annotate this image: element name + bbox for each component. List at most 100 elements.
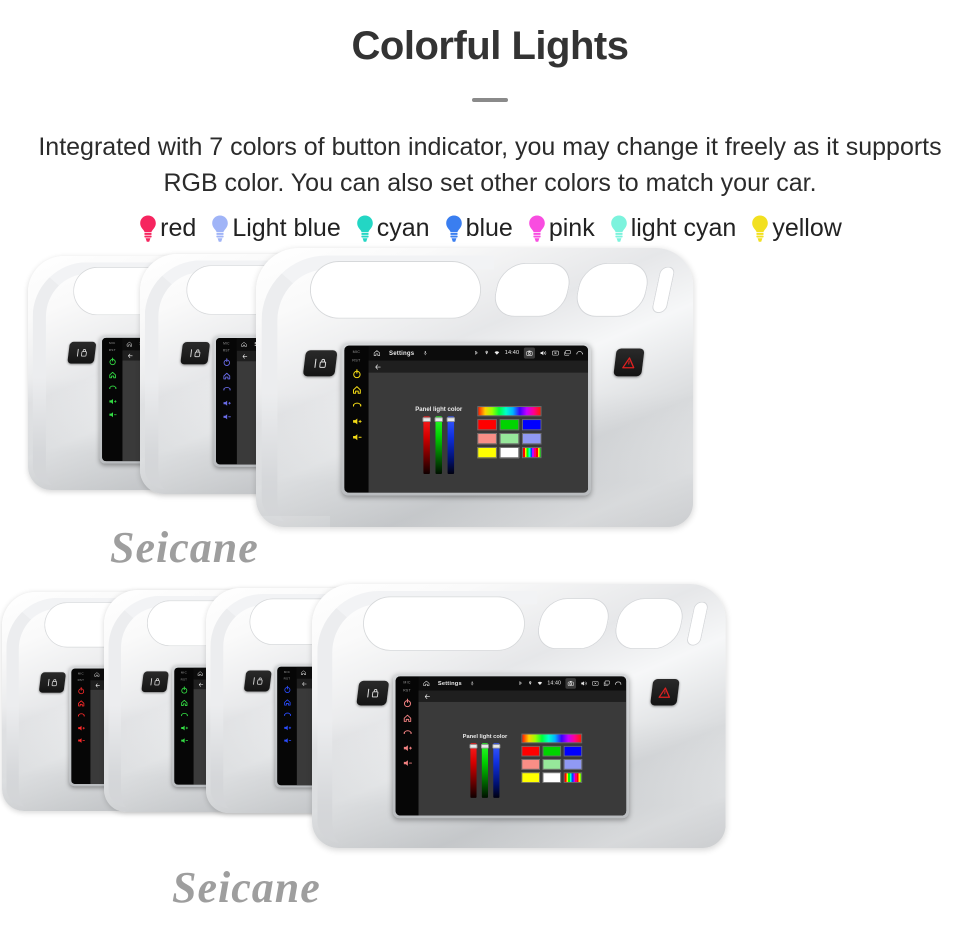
yellow-swatch[interactable] [477,447,497,459]
slider-knob[interactable] [492,744,501,749]
bluetooth-icon[interactable] [474,350,480,356]
home-icon[interactable] [126,341,132,347]
back-arrow-icon[interactable] [615,680,622,687]
volume-up-icon[interactable] [180,724,188,732]
volume-down-icon[interactable] [108,410,117,419]
home-icon[interactable] [373,349,380,356]
rainbow-gradient-swatch[interactable] [477,406,542,417]
location-icon[interactable] [484,350,490,356]
back-icon[interactable] [283,711,291,719]
volume-down-icon[interactable] [402,758,412,768]
wifi-icon[interactable] [494,350,501,356]
power-icon[interactable] [108,357,117,366]
yellow-swatch[interactable] [521,772,540,783]
camera-icon[interactable] [567,680,574,687]
bluetooth-icon[interactable] [518,681,523,686]
door-lock-button[interactable] [38,672,67,693]
rainbow-stripes-swatch[interactable] [521,447,542,459]
blue-slider[interactable] [446,416,456,475]
back-arrow-icon[interactable] [301,681,307,687]
blue-swatch[interactable] [521,419,542,431]
blue-slider[interactable] [492,743,501,798]
green-slider[interactable] [480,743,489,798]
home-icon[interactable] [197,671,203,677]
camera-button[interactable] [523,347,535,359]
volume-up-icon[interactable] [351,416,362,426]
door-lock-button[interactable] [302,350,338,377]
home-icon[interactable] [283,698,291,706]
recents-icon[interactable] [603,680,610,687]
power-icon[interactable] [180,686,188,694]
volume-down-icon[interactable] [283,737,291,745]
home-icon[interactable] [351,385,361,395]
door-lock-button[interactable] [356,680,390,706]
volume-down-icon[interactable] [180,737,188,745]
red-swatch[interactable] [477,419,497,431]
microphone-icon[interactable] [470,681,475,686]
light-green-swatch[interactable] [542,759,561,770]
camera-icon[interactable] [526,349,533,356]
light-green-swatch[interactable] [499,433,519,445]
power-icon[interactable] [77,687,85,695]
screenshot-icon[interactable] [552,349,559,356]
back-icon[interactable] [108,384,117,393]
blue-swatch[interactable] [563,746,582,757]
back-icon[interactable] [402,728,412,738]
door-lock-button[interactable] [180,342,211,365]
light-red-swatch[interactable] [521,759,540,770]
red-swatch[interactable] [521,746,540,757]
volume-up-icon[interactable] [222,399,231,408]
slider-knob[interactable] [480,744,489,749]
home-icon[interactable] [241,341,247,347]
slider-knob[interactable] [434,417,443,423]
volume-up-icon[interactable] [283,724,291,732]
back-arrow-icon[interactable] [95,682,101,688]
home-icon[interactable] [94,672,100,678]
power-icon[interactable] [351,369,361,379]
camera-button[interactable] [565,678,576,689]
home-icon[interactable] [423,680,430,687]
light-blue-swatch[interactable] [563,759,582,770]
volume-icon[interactable] [540,349,547,356]
volume-icon[interactable] [580,680,587,687]
red-slider[interactable] [422,416,431,475]
red-slider[interactable] [469,743,478,798]
door-lock-button[interactable] [243,670,272,692]
hazard-lights-button[interactable] [650,679,680,706]
recents-icon[interactable] [564,349,571,356]
touch-screen[interactable]: Settings 14:40 Panel light color [368,345,589,493]
home-icon[interactable] [301,670,307,676]
slider-knob[interactable] [422,417,431,423]
location-icon[interactable] [528,681,533,686]
back-arrow-icon[interactable] [374,363,381,370]
back-icon[interactable] [222,385,231,394]
door-lock-button[interactable] [67,341,97,364]
screenshot-icon[interactable] [592,680,599,687]
home-icon[interactable] [77,699,85,707]
back-arrow-icon[interactable] [198,681,204,687]
volume-up-icon[interactable] [402,743,412,753]
light-blue-swatch[interactable] [521,433,542,445]
wifi-icon[interactable] [538,681,543,686]
back-icon[interactable] [351,401,361,411]
green-swatch[interactable] [499,419,519,431]
door-lock-button[interactable] [141,671,169,693]
light-red-swatch[interactable] [477,433,497,445]
rainbow-gradient-swatch[interactable] [521,733,582,744]
home-icon[interactable] [222,372,231,381]
back-icon[interactable] [180,711,188,719]
white-swatch[interactable] [542,772,561,783]
touch-screen[interactable]: Settings 14:40 Panel light color [418,676,627,816]
hazard-lights-button[interactable] [613,348,645,377]
slider-knob[interactable] [469,744,478,749]
slider-knob[interactable] [446,417,456,423]
back-arrow-icon[interactable] [242,353,248,359]
home-icon[interactable] [402,713,412,723]
volume-down-icon[interactable] [77,737,85,745]
back-arrow-icon[interactable] [424,693,431,700]
volume-up-icon[interactable] [77,724,85,732]
back-arrow-icon[interactable] [576,349,583,356]
power-icon[interactable] [222,358,231,367]
power-icon[interactable] [283,685,291,694]
microphone-icon[interactable] [423,350,429,356]
